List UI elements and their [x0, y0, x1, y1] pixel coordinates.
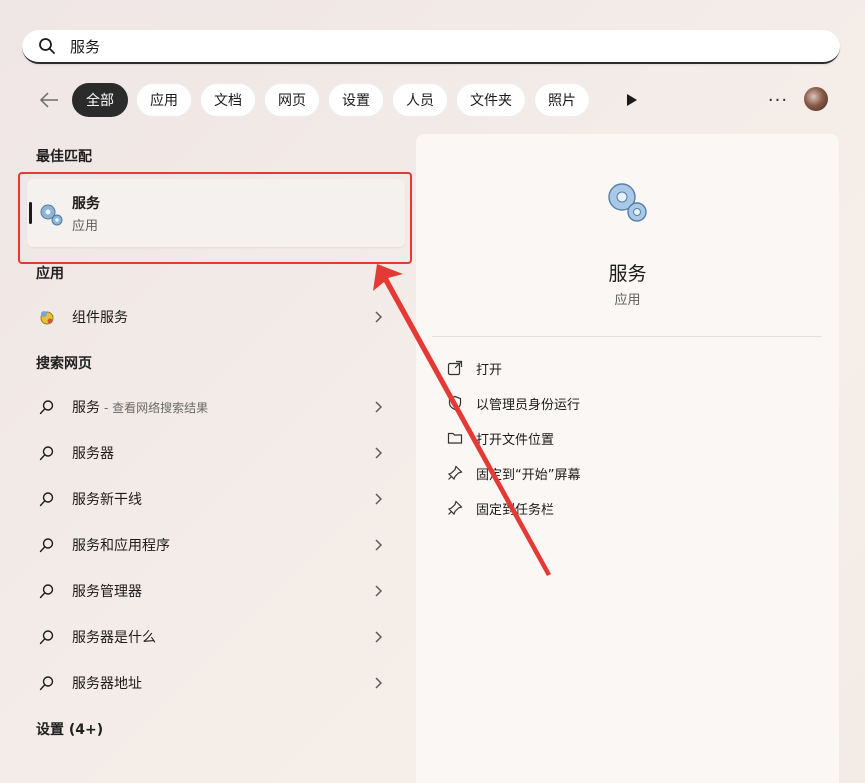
action-label: 固定到任务栏 [476, 502, 555, 518]
detail-type: 应用 [614, 293, 641, 308]
action-label: 打开文件位置 [476, 432, 555, 448]
best-match-heading: 最佳匹配 [36, 149, 92, 165]
search-icon [36, 396, 58, 418]
list-item-label: 服务和应用程序 [72, 538, 170, 554]
list-item-hint: - 查看网络搜索结果 [104, 400, 209, 415]
list-item-label: 服务器 [72, 446, 114, 462]
detail-title: 服务 [608, 263, 647, 285]
list-item[interactable]: 服务 - 查看网络搜索结果 [36, 390, 392, 424]
search-icon [36, 442, 58, 464]
highlight-box [18, 172, 412, 264]
list-item[interactable]: 服务器 [36, 436, 392, 470]
filter-apps[interactable]: 应用 [136, 83, 192, 117]
filter-people[interactable]: 人员 [392, 83, 448, 117]
list-item[interactable]: 服务和应用程序 [36, 528, 392, 562]
filter-web[interactable]: 网页 [264, 83, 320, 117]
web-search-heading: 搜索网页 [36, 356, 92, 372]
list-item[interactable]: 服务器是什么 [36, 620, 392, 654]
chevron-right-icon[interactable] [372, 399, 386, 415]
action-label: 打开 [476, 362, 503, 378]
list-item[interactable]: 服务器地址 [36, 666, 392, 700]
list-item-label: 服务管理器 [72, 584, 142, 600]
chevron-right-icon[interactable] [372, 675, 386, 691]
action-label: 固定到“开始”屏幕 [476, 467, 581, 483]
action-pin-taskbar[interactable]: 固定到任务栏 [446, 496, 554, 520]
list-item-label: 服务器是什么 [72, 630, 156, 646]
component-services-icon [36, 306, 58, 328]
folder-icon [446, 429, 464, 447]
action-open-file-location[interactable]: 打开文件位置 [446, 426, 554, 450]
chevron-right-icon[interactable] [372, 445, 386, 461]
filter-all[interactable]: 全部 [72, 83, 128, 117]
action-pin-start[interactable]: 固定到“开始”屏幕 [446, 461, 580, 485]
pin-icon [446, 464, 464, 482]
search-icon [36, 626, 58, 648]
search-icon [36, 488, 58, 510]
list-item[interactable]: 服务管理器 [36, 574, 392, 608]
search-icon [36, 672, 58, 694]
detail-panel: 服务 应用 打开 以管理员身份运行 打开文件位置 固定到“开始”屏幕 固定到任务… [416, 134, 839, 783]
list-item-label: 服务新干线 [72, 492, 142, 508]
more-options-button[interactable]: ··· [766, 89, 790, 111]
chevron-right-icon[interactable] [372, 537, 386, 553]
chevron-right-icon[interactable] [372, 309, 386, 325]
filter-folders[interactable]: 文件夹 [456, 83, 526, 117]
filter-photos[interactable]: 照片 [534, 83, 590, 117]
filter-documents[interactable]: 文档 [200, 83, 256, 117]
chevron-right-icon[interactable] [372, 629, 386, 645]
search-icon [38, 36, 58, 56]
filter-settings[interactable]: 设置 [328, 83, 384, 117]
open-external-icon [446, 359, 464, 377]
pin-icon [446, 499, 464, 517]
search-input[interactable]: 服务 [22, 30, 840, 64]
search-icon [36, 534, 58, 556]
action-run-as-admin[interactable]: 以管理员身份运行 [446, 391, 580, 415]
back-arrow-icon[interactable] [36, 87, 62, 113]
search-value: 服务 [70, 37, 101, 56]
search-icon [36, 580, 58, 602]
shield-icon [446, 394, 464, 412]
settings-heading[interactable]: 设置 (4+) [36, 719, 103, 739]
action-label: 以管理员身份运行 [476, 397, 581, 413]
chevron-right-icon[interactable] [372, 583, 386, 599]
list-item-label: 服务器地址 [72, 676, 142, 692]
apps-heading: 应用 [36, 266, 64, 282]
list-item[interactable]: 服务新干线 [36, 482, 392, 516]
services-gear-icon [602, 179, 652, 229]
avatar[interactable] [804, 87, 828, 111]
play-icon[interactable] [622, 90, 642, 110]
chevron-right-icon[interactable] [372, 491, 386, 507]
divider [432, 336, 822, 337]
action-open[interactable]: 打开 [446, 356, 502, 380]
filter-bar: 全部 应用 文档 网页 设置 人员 文件夹 照片 ··· [36, 83, 836, 117]
list-item-label: 组件服务 [72, 310, 128, 326]
list-item-label: 服务 [72, 400, 100, 416]
list-item[interactable]: 组件服务 [36, 300, 392, 334]
